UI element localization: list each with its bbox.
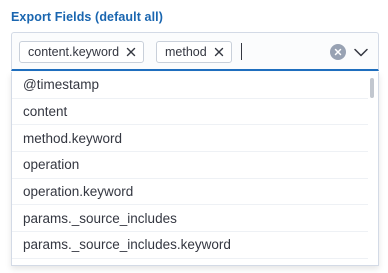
pill-label: method <box>165 45 207 59</box>
chevron-down-icon[interactable] <box>353 44 369 60</box>
option-item[interactable]: @timestamp <box>12 72 368 99</box>
close-icon[interactable] <box>213 46 225 58</box>
option-item[interactable]: operation.keyword <box>12 179 368 206</box>
option-item[interactable]: params._source_includes.keyword <box>12 232 368 259</box>
export-fields-combobox[interactable]: content.keyword method <box>11 32 379 71</box>
option-item[interactable]: params._source_includes <box>12 205 368 233</box>
option-item[interactable]: content <box>12 99 368 126</box>
options-dropdown: @timestamp content method.keyword operat… <box>11 72 379 266</box>
option-item[interactable]: operation <box>12 152 368 179</box>
export-fields-combobox-widget: Export Fields (default all) content.keyw… <box>0 0 388 273</box>
selected-pill-content-keyword: content.keyword <box>19 41 145 63</box>
option-item[interactable]: method.keyword <box>12 125 368 153</box>
field-label: Export Fields (default all) <box>11 10 164 24</box>
clear-circle-icon[interactable] <box>330 44 346 60</box>
dropdown-scrollbar[interactable] <box>370 78 374 98</box>
selected-pill-method: method <box>156 41 232 63</box>
pill-label: content.keyword <box>28 45 120 59</box>
search-input-caret[interactable] <box>241 43 242 60</box>
close-icon[interactable] <box>125 46 137 58</box>
